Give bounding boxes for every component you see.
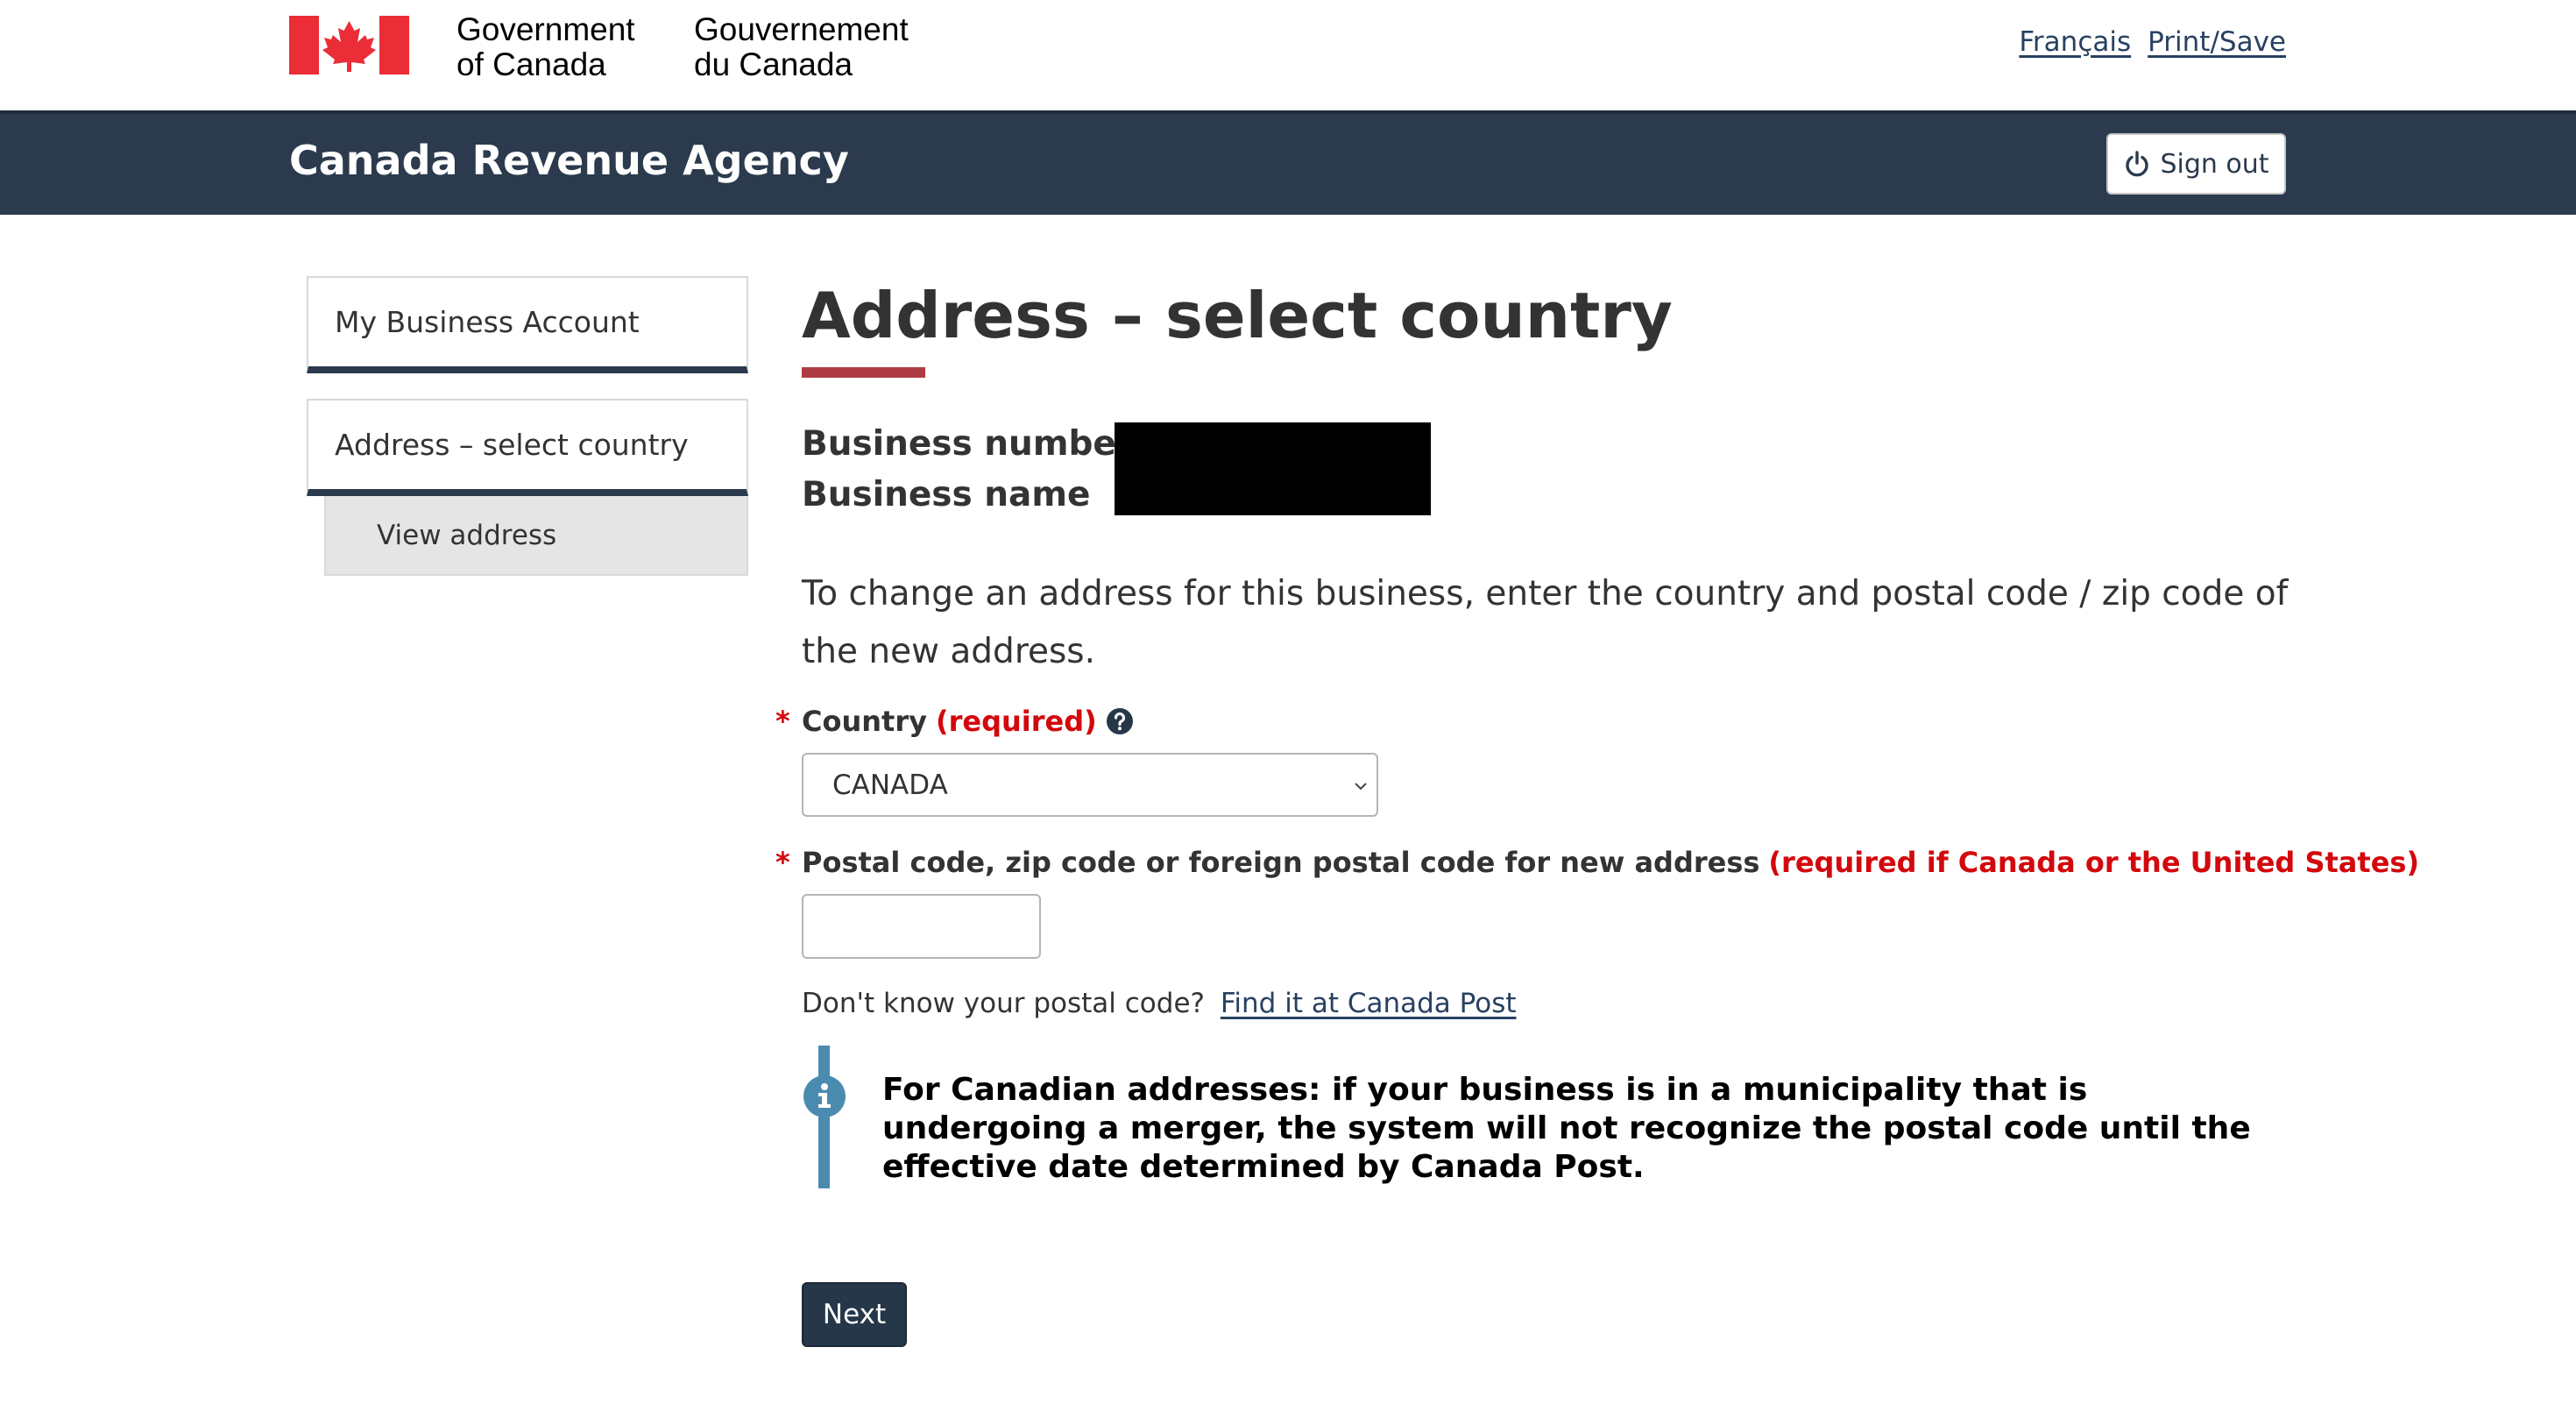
- sidebar-item-address-select-country[interactable]: Address – select country: [307, 399, 748, 496]
- sidebar-item-label: Address – select country: [335, 428, 689, 462]
- gov-fr-line1: Gouvernement: [694, 11, 909, 47]
- sidebar-subitem-view-address[interactable]: View address: [324, 496, 748, 576]
- sidebar-item-my-business-account[interactable]: My Business Account: [307, 276, 748, 373]
- agency-title[interactable]: Canada Revenue Agency: [289, 137, 849, 184]
- gouvernement-du-canada-wordmark: Gouvernement du Canada: [694, 12, 909, 82]
- language-toggle-link[interactable]: Français: [2019, 26, 2131, 58]
- country-select-value: CANADA: [832, 769, 948, 801]
- next-button[interactable]: Next: [802, 1282, 907, 1347]
- government-of-canada-wordmark: Government of Canada: [456, 12, 635, 82]
- sign-out-button[interactable]: Sign out: [2106, 133, 2286, 195]
- postal-help: Don't know your postal code? Find it at …: [802, 988, 1517, 1019]
- redacted-business-info: [1115, 422, 1431, 515]
- header-links: Français Print/Save: [2019, 26, 2286, 58]
- sidebar-item-label: My Business Account: [335, 305, 640, 339]
- postal-code-input[interactable]: [802, 894, 1041, 959]
- required-marker: *: [775, 705, 790, 738]
- gov-en-line1: Government: [456, 11, 635, 47]
- agency-bar: Canada Revenue Agency Sign out: [0, 110, 2576, 215]
- postal-help-text: Don't know your postal code?: [802, 988, 1205, 1019]
- page-title: Address – select country: [802, 279, 1673, 352]
- info-message: For Canadian addresses: if your business…: [882, 1072, 2251, 1185]
- info-circle-icon: [803, 1075, 846, 1117]
- business-name-label: Business name: [802, 475, 1091, 514]
- intro-text: To change an address for this business, …: [802, 574, 2289, 671]
- gov-fr-line2: du Canada: [694, 46, 853, 82]
- country-required-text: (required): [935, 705, 1097, 738]
- business-info-labels: Business number Business name: [802, 419, 1133, 521]
- power-icon: [2126, 151, 2149, 177]
- question-circle-icon[interactable]: [1106, 707, 1134, 735]
- page: Government of Canada Gouvernement du Can…: [0, 0, 2576, 1404]
- required-marker: *: [775, 846, 790, 879]
- print-save-link[interactable]: Print/Save: [2148, 26, 2286, 58]
- canada-flag-icon: [289, 16, 409, 74]
- government-header: Government of Canada Gouvernement du Can…: [0, 0, 2576, 110]
- title-underline: [802, 367, 925, 378]
- country-label-text: Country: [802, 705, 927, 738]
- chevron-down-icon: [1355, 783, 1367, 791]
- country-select[interactable]: CANADA: [802, 753, 1378, 817]
- postal-code-label: Postal code, zip code or foreign postal …: [802, 846, 2419, 879]
- postal-code-required-text: (required if Canada or the United States…: [1768, 846, 2420, 879]
- postal-code-label-text: Postal code, zip code or foreign postal …: [802, 846, 1760, 879]
- canada-post-link[interactable]: Find it at Canada Post: [1221, 988, 1517, 1019]
- sign-out-label: Sign out: [2160, 148, 2269, 180]
- country-label: Country (required): [802, 705, 1134, 738]
- business-number-label: Business number: [802, 424, 1134, 464]
- sidebar-subitem-label: View address: [377, 519, 557, 551]
- gov-en-line2: of Canada: [456, 46, 606, 82]
